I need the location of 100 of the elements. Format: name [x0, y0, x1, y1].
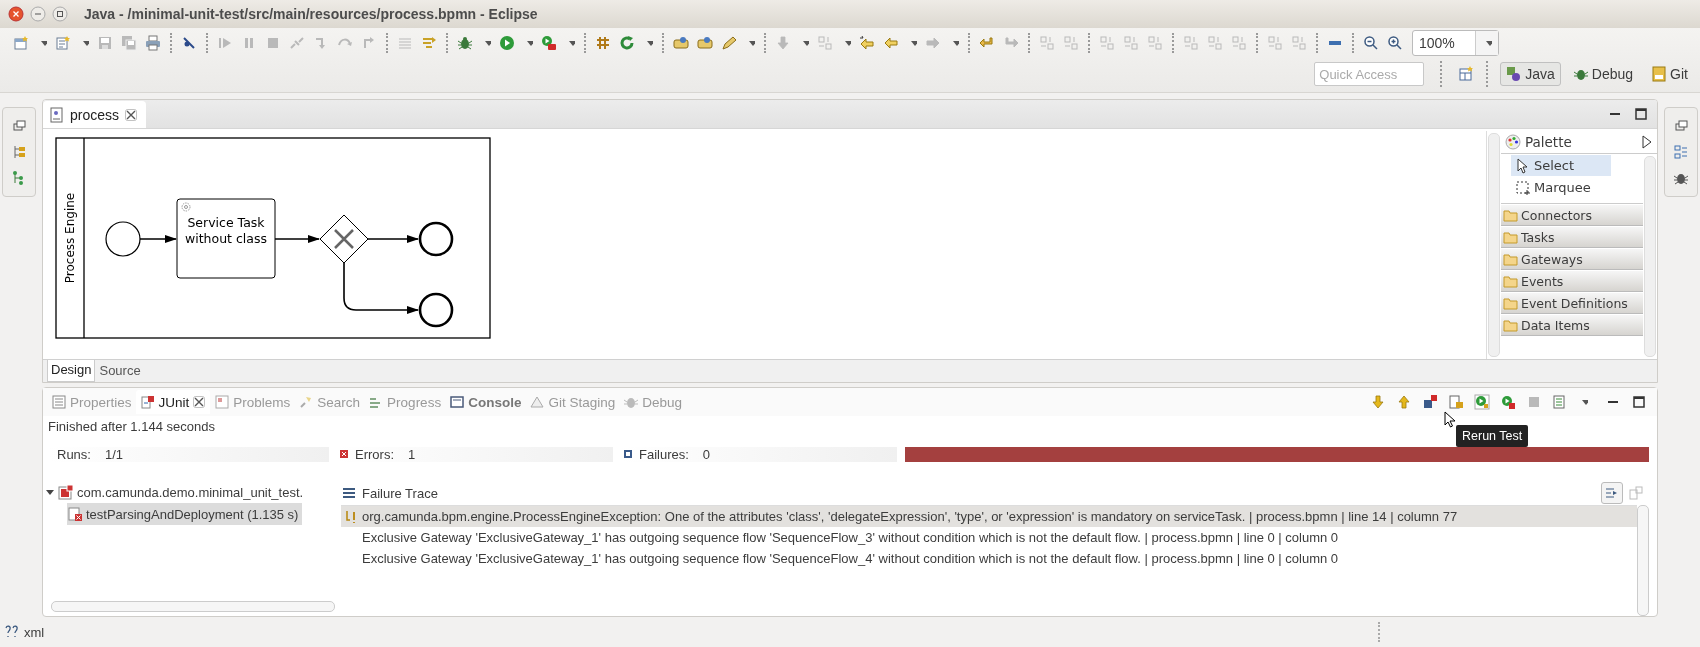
failure-icon [621, 447, 635, 461]
git-staging-icon [529, 394, 546, 410]
sequence-flow [367, 235, 419, 243]
run-icon[interactable] [499, 35, 515, 51]
pen-icon[interactable] [721, 35, 737, 51]
panel-title: Failure Trace [362, 485, 438, 501]
end-event [418, 292, 454, 328]
problems-icon [214, 394, 231, 410]
list-icon [341, 485, 357, 501]
gear-icon [182, 203, 190, 211]
perspective-button[interactable]: Debug [1566, 62, 1640, 86]
perspective-button[interactable]: Java [1500, 62, 1561, 86]
lane-label: Process Engine [63, 192, 77, 284]
palette-drawer[interactable]: Events [1501, 271, 1643, 292]
test-suite-icon [58, 484, 74, 500]
arrow-down-icon[interactable] [1370, 394, 1386, 410]
counter-label: Runs: [57, 446, 91, 462]
tree-item[interactable]: com.camunda.demo.minimal_unit_test. [45, 481, 308, 503]
scrollbar[interactable] [1644, 156, 1656, 357]
maximize-icon[interactable] [1633, 106, 1649, 122]
trace-line[interactable]: Exclusive Gateway 'ExclusiveGateway_1' has outgoing sequence flow 'SequenceFlow_4' without condition which is not the default flow. | process.bpmn | line 0 | column 0 [341, 548, 1637, 569]
scroll-lock-icon[interactable] [1448, 394, 1464, 410]
close-icon[interactable] [192, 395, 207, 409]
exclusive-gateway [319, 214, 369, 264]
filter-stack-button[interactable] [1601, 482, 1623, 504]
palette-tool[interactable]: Marquee [1511, 177, 1611, 198]
expand-arrow-icon[interactable] [45, 487, 55, 497]
crossed-pin-icon[interactable] [181, 35, 197, 51]
close-icon[interactable] [8, 6, 24, 22]
folder-icon [1503, 295, 1519, 311]
status-text: xml [24, 624, 45, 640]
rerun-failed-icon[interactable] [1500, 394, 1516, 410]
palette-drawer[interactable]: Data Items [1501, 315, 1643, 336]
sequence-flow [139, 235, 177, 243]
counter-value: 1/1 [104, 446, 124, 462]
arrow-up-icon[interactable] [1396, 394, 1412, 410]
error-icon [337, 447, 351, 461]
java-perspective-icon [1506, 66, 1523, 82]
scrollbar[interactable] [51, 601, 335, 612]
palette-drawer[interactable]: Connectors [1501, 205, 1643, 226]
history-icon[interactable] [1552, 394, 1568, 410]
trace-line[interactable]: Exclusive Gateway 'ExclusiveGateway_1' has outgoing sequence flow 'SequenceFlow_3' without condition which is not the default flow. | process.bpmn | line 0 | column 0 [341, 527, 1637, 548]
marquee-icon [1515, 179, 1531, 196]
grid-icon[interactable] [595, 35, 611, 51]
zoom-combo[interactable]: 100% [1412, 30, 1499, 56]
maximize-icon[interactable] [52, 6, 68, 22]
expand-triangle-icon[interactable] [1639, 134, 1653, 150]
properties-icon [51, 394, 67, 410]
junit-icon [139, 394, 156, 410]
folder-icon [1503, 207, 1519, 223]
restore-icon[interactable] [11, 118, 27, 134]
perspective-button[interactable]: Git [1645, 62, 1694, 86]
back-arrow-icon[interactable] [883, 35, 899, 51]
filter-icon[interactable] [421, 35, 437, 51]
external-tools-icon[interactable] [541, 35, 557, 51]
zoom-in-icon[interactable] [1387, 35, 1403, 51]
scrollbar[interactable] [1637, 505, 1649, 616]
failures-only-icon[interactable] [1422, 394, 1438, 410]
git-icon [1651, 66, 1668, 82]
tree-item[interactable]: testParsingAndDeployment (1.135 s) [67, 503, 303, 525]
new-document-icon[interactable] [55, 35, 71, 51]
end-event [418, 221, 454, 257]
zoom-out-icon[interactable] [1363, 35, 1379, 51]
palette-panel: Palette Select Marquee Connectors Tasks Gateways Events Event Definitions Data Items [1486, 131, 1657, 359]
quick-access-field[interactable]: Quick Access [1314, 62, 1425, 86]
folder-icon [1503, 317, 1519, 333]
view-tab[interactable]: JUnit [135, 390, 211, 414]
palette-drawer[interactable]: Gateways [1501, 249, 1643, 270]
exception-icon [344, 508, 358, 525]
refresh-icon[interactable] [619, 35, 635, 51]
tooltip: Rerun Test [1456, 425, 1529, 447]
maximize-icon[interactable] [1631, 394, 1647, 410]
hierarchy-icon[interactable] [11, 144, 27, 160]
palette-tool[interactable]: Select [1511, 155, 1611, 176]
list-icon[interactable] [1673, 144, 1689, 160]
task-icon[interactable] [673, 35, 689, 51]
folder-icon [1503, 251, 1519, 267]
palette-drawer[interactable]: Event Definitions [1501, 293, 1643, 314]
task-icon[interactable] [697, 35, 713, 51]
printer-icon[interactable] [145, 35, 161, 51]
counter-value: 0 [702, 446, 711, 462]
page-tab[interactable]: Source [95, 360, 145, 382]
open-perspective-icon[interactable] [1458, 66, 1475, 82]
rerun-icon[interactable] [1474, 394, 1490, 410]
bpmn-file-icon [49, 106, 65, 123]
task-label: Service Task without class [185, 215, 267, 246]
view-tab[interactable]: Console [445, 390, 526, 414]
close-icon[interactable] [124, 107, 139, 122]
xml-file-icon [4, 624, 20, 640]
last-edit-icon[interactable] [859, 35, 875, 51]
test-error-icon [67, 506, 83, 522]
scrollbar[interactable] [1488, 133, 1500, 357]
page-tab[interactable]: Design [47, 360, 96, 382]
status-text: Finished after 1.144 seconds [47, 418, 215, 436]
palette-icon [1505, 134, 1521, 150]
new-window-icon[interactable] [13, 35, 29, 51]
editor-tab[interactable]: process [43, 101, 147, 128]
palette-drawer[interactable]: Tasks [1501, 227, 1643, 248]
restore-icon[interactable] [1673, 118, 1689, 134]
bug-icon[interactable] [457, 35, 473, 51]
